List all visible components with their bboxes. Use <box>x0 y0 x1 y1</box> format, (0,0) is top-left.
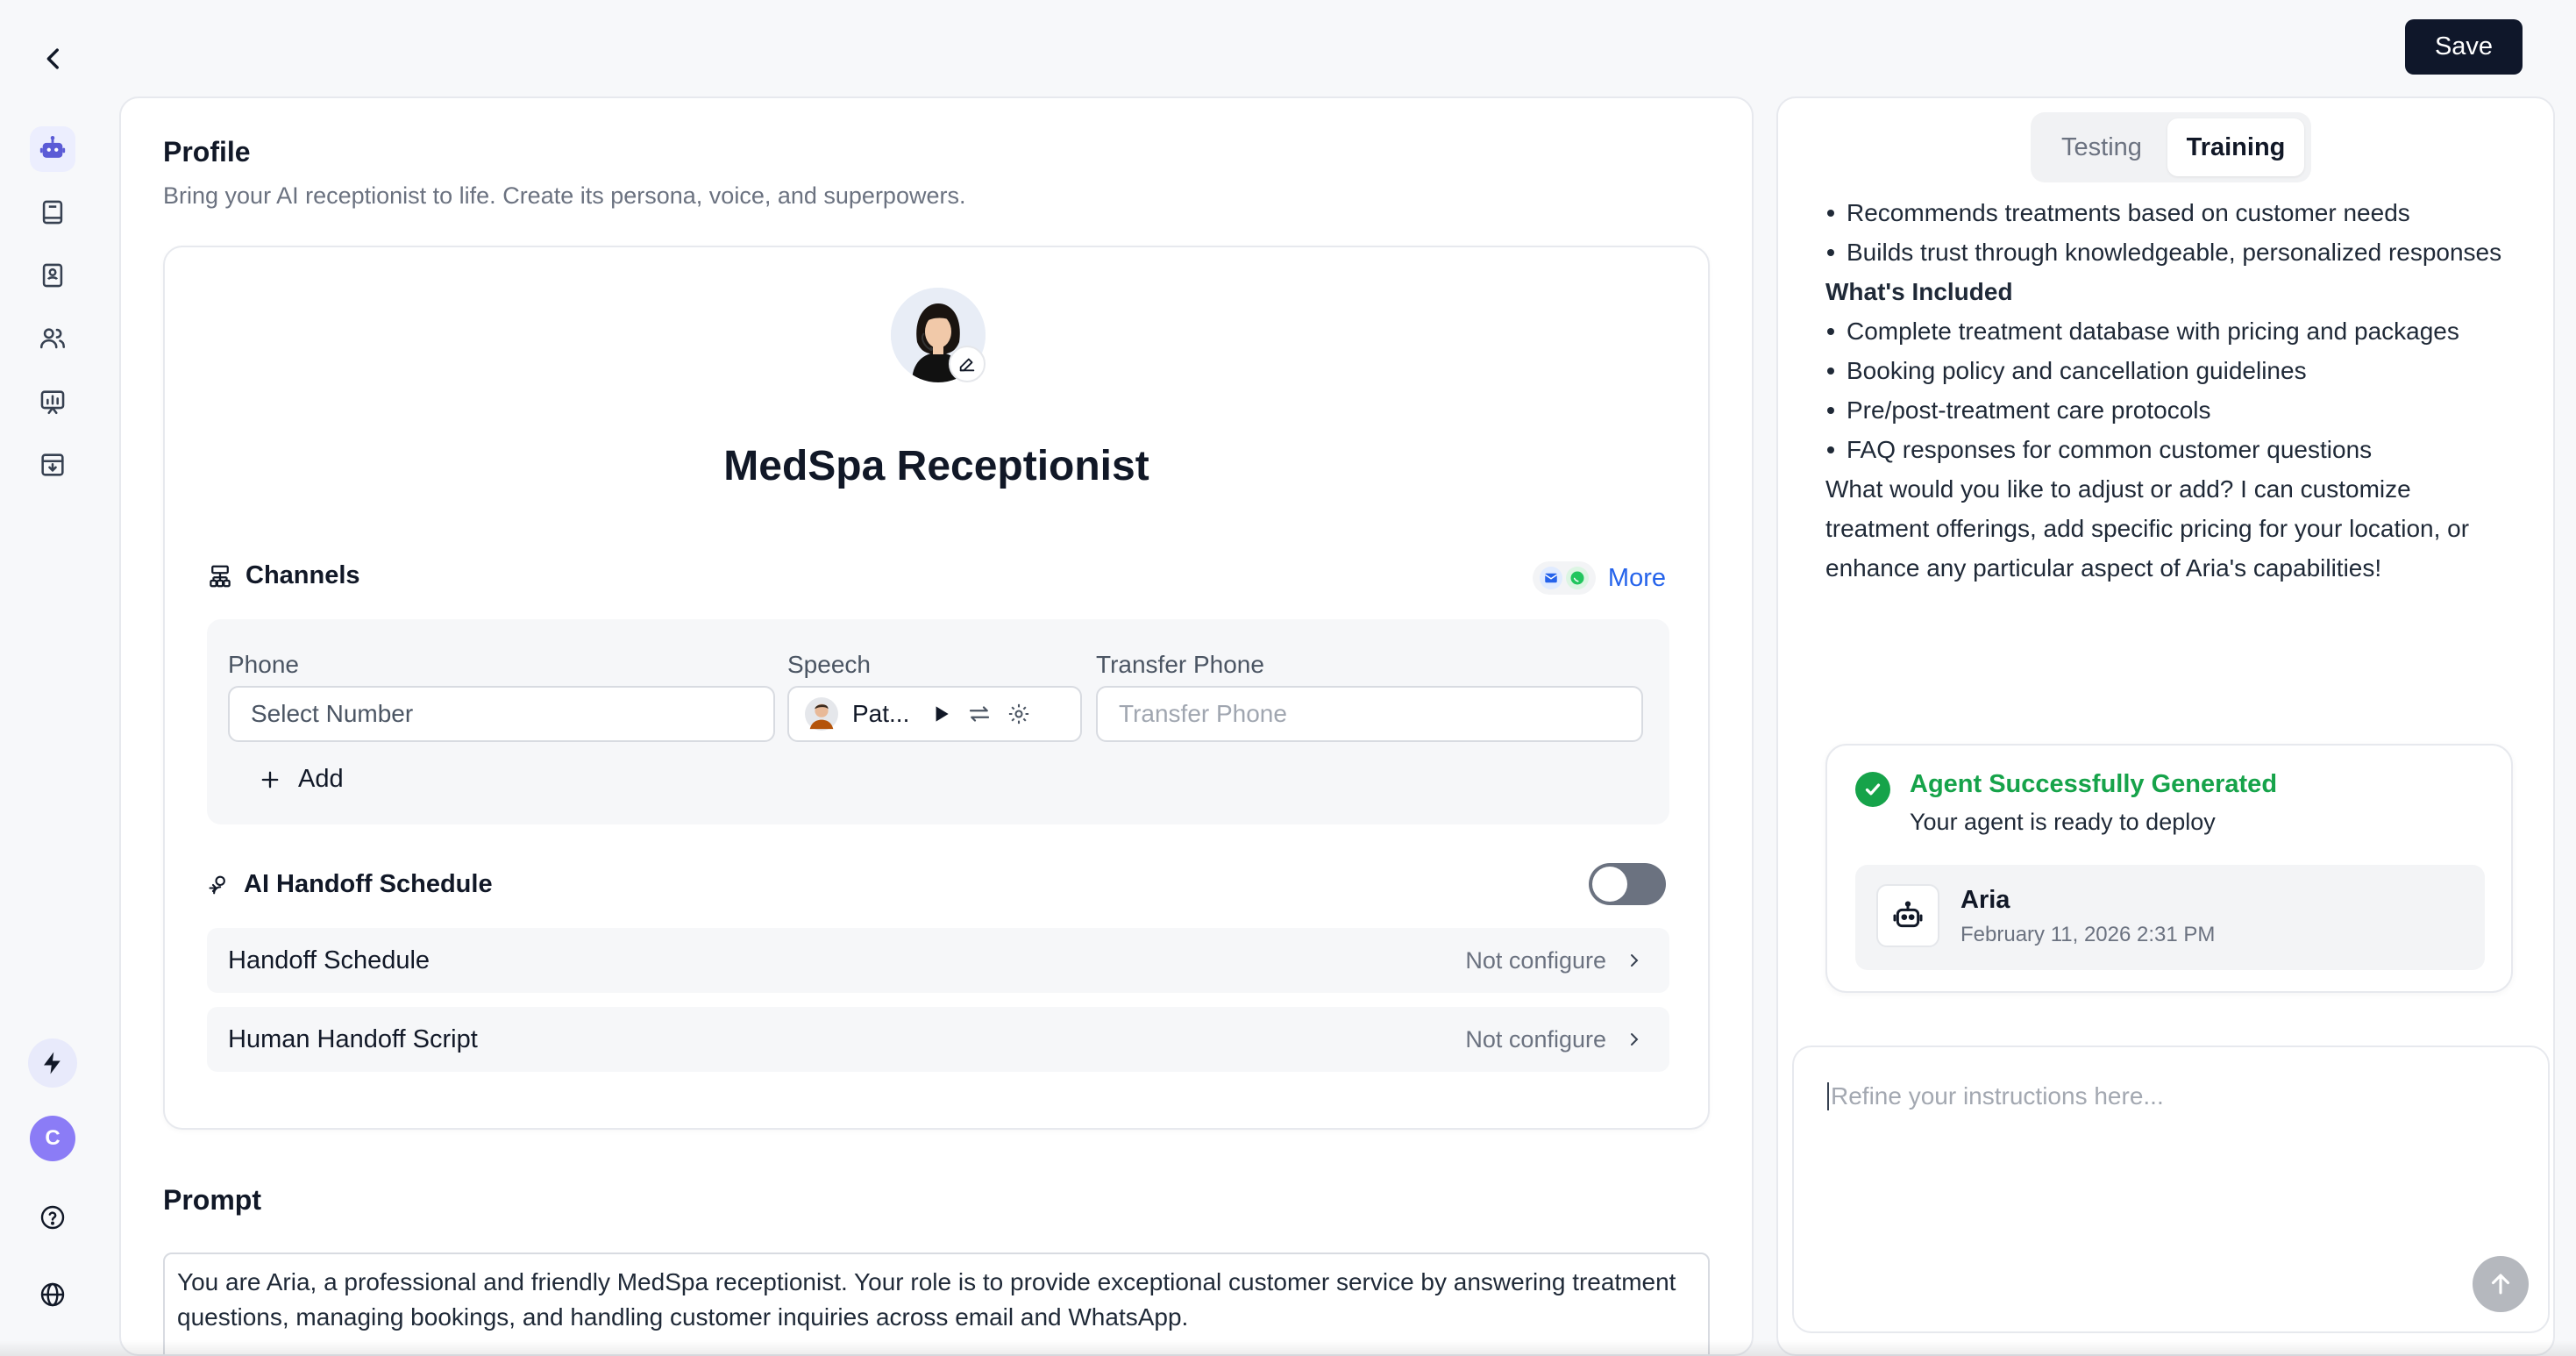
sidebar-item-knowledge[interactable] <box>30 189 75 235</box>
help-circle-icon <box>40 1205 65 1230</box>
check-circle-icon <box>1855 772 1890 807</box>
help-button[interactable] <box>28 1193 77 1242</box>
handoff-icon <box>209 875 225 894</box>
send-button[interactable] <box>2473 1256 2529 1312</box>
pencil-icon <box>959 358 975 372</box>
more-label: More <box>1607 563 1666 592</box>
plus-icon <box>261 771 279 788</box>
handoff-toggle[interactable] <box>1589 863 1666 905</box>
bottom-shadow <box>0 1340 2576 1356</box>
list-item: Pre/post-treatment care protocols <box>1825 390 2509 430</box>
tab-training[interactable]: Training <box>2167 118 2304 176</box>
assistant-message: Recommends treatments based on customer … <box>1825 193 2509 588</box>
sidebar-item-contacts[interactable] <box>30 253 75 298</box>
list-item: Complete treatment database with pricing… <box>1825 311 2509 351</box>
human-handoff-script-status: Not configure <box>1465 1025 1606 1053</box>
sidebar-item-inbox[interactable] <box>30 442 75 488</box>
phone-number-select[interactable]: Select Number <box>228 686 775 742</box>
chart-icon <box>40 390 65 415</box>
user-avatar[interactable]: C <box>30 1116 75 1161</box>
speech-voice-field[interactable]: Pat... <box>787 686 1082 742</box>
training-panel: Testing Training Recommends treatments b… <box>1776 96 2555 1356</box>
sidebar-item-agent[interactable] <box>30 126 75 172</box>
chevron-right-icon <box>1631 1033 1639 1046</box>
inbox-download-icon <box>41 453 64 476</box>
mode-tabs: Testing Training <box>2031 112 2311 182</box>
human-handoff-script-row[interactable]: Human Handoff Script Not configure <box>207 1007 1669 1072</box>
generated-agent-chip[interactable]: Aria February 11, 2026 2:31 PM <box>1855 865 2485 970</box>
generated-agent-timestamp: February 11, 2026 2:31 PM <box>1960 923 2216 946</box>
profile-title: Profile <box>163 136 251 168</box>
voice-settings-icon[interactable] <box>1007 702 1031 726</box>
success-subtitle: Your agent is ready to deploy <box>1910 809 2216 835</box>
channels-title: Channels <box>246 561 360 589</box>
handoff-title: AI Handoff Schedule <box>244 870 493 898</box>
sidebar-item-users[interactable] <box>30 316 75 361</box>
list-item: FAQ responses for common customer questi… <box>1825 430 2509 469</box>
included-list: Complete treatment database with pricing… <box>1825 311 2509 469</box>
list-item: Builds trust through knowledgeable, pers… <box>1825 232 2509 272</box>
language-button[interactable] <box>28 1270 77 1319</box>
capabilities-list: Recommends treatments based on customer … <box>1825 193 2509 272</box>
edit-avatar-button[interactable] <box>949 346 986 382</box>
whatsapp-channel-icon <box>1565 567 1589 589</box>
robot-icon <box>1876 884 1939 947</box>
transfer-phone-input[interactable]: Transfer Phone <box>1096 686 1643 742</box>
human-handoff-script-label: Human Handoff Script <box>228 1024 478 1053</box>
refine-input-placeholder[interactable]: Refine your instructions here... <box>1827 1082 2164 1110</box>
handoff-header: AI Handoff Schedule <box>207 870 493 899</box>
agent-generated-card: Agent Successfully Generated Your agent … <box>1825 744 2513 993</box>
list-item: Recommends treatments based on customer … <box>1825 193 2509 232</box>
arrow-up-icon <box>2491 1274 2510 1295</box>
more-channels-link[interactable]: More <box>1532 561 1666 595</box>
speech-voice-name: Pat... <box>852 700 910 727</box>
profile-subtitle: Bring your AI receptionist to life. Crea… <box>163 182 966 209</box>
add-channel-button[interactable]: Add <box>258 765 344 794</box>
included-heading: What's Included <box>1825 278 2013 305</box>
profile-panel: Profile Bring your AI receptionist to li… <box>119 96 1754 1356</box>
prompt-title: Prompt <box>163 1184 261 1216</box>
book-icon <box>42 200 63 225</box>
users-icon <box>39 328 66 349</box>
phone-select-value: Select Number <box>251 700 414 727</box>
chevron-right-icon <box>1631 954 1639 967</box>
transfer-phone-label: Transfer Phone <box>1096 651 1264 678</box>
avatar-initial: C <box>45 1126 60 1150</box>
agent-card: MedSpa Receptionist Channels More Phone … <box>163 246 1710 1130</box>
globe-icon <box>40 1282 65 1307</box>
refine-input-box[interactable]: Refine your instructions here... <box>1792 1046 2550 1333</box>
voice-avatar-icon <box>805 697 838 731</box>
handoff-schedule-row[interactable]: Handoff Schedule Not configure <box>207 928 1669 993</box>
transfer-phone-placeholder: Transfer Phone <box>1119 700 1287 727</box>
success-title: Agent Successfully Generated <box>1910 770 2278 798</box>
generated-agent-name: Aria <box>1960 886 2010 914</box>
chevron-left-icon <box>46 48 59 69</box>
robot-icon <box>39 135 66 158</box>
sidebar-upgrade-button[interactable] <box>28 1038 77 1088</box>
play-icon[interactable] <box>929 703 952 725</box>
channel-badges <box>1532 561 1596 595</box>
channels-icon <box>210 565 231 587</box>
toggle-knob <box>1592 867 1627 902</box>
contact-book-icon <box>42 263 63 288</box>
back-button[interactable] <box>39 44 68 74</box>
swap-voice-icon[interactable] <box>966 701 993 727</box>
tab-testing[interactable]: Testing <box>2036 118 2167 176</box>
handoff-schedule-status: Not configure <box>1465 946 1606 974</box>
add-label: Add <box>298 765 344 793</box>
channels-header: Channels <box>207 561 360 590</box>
closing-text: What would you like to adjust or add? I … <box>1825 475 2470 582</box>
speech-label: Speech <box>787 651 871 678</box>
save-button[interactable]: Save <box>2405 19 2523 75</box>
phone-label: Phone <box>228 651 299 678</box>
sidebar-item-analytics[interactable] <box>30 379 75 425</box>
email-channel-icon <box>1539 567 1562 589</box>
lightning-icon <box>44 1052 60 1074</box>
channel-config: Phone Speech Transfer Phone Select Numbe… <box>207 619 1669 824</box>
list-item: Booking policy and cancellation guidelin… <box>1825 351 2509 390</box>
handoff-schedule-label: Handoff Schedule <box>228 946 431 974</box>
agent-name: MedSpa Receptionist <box>723 443 1149 489</box>
